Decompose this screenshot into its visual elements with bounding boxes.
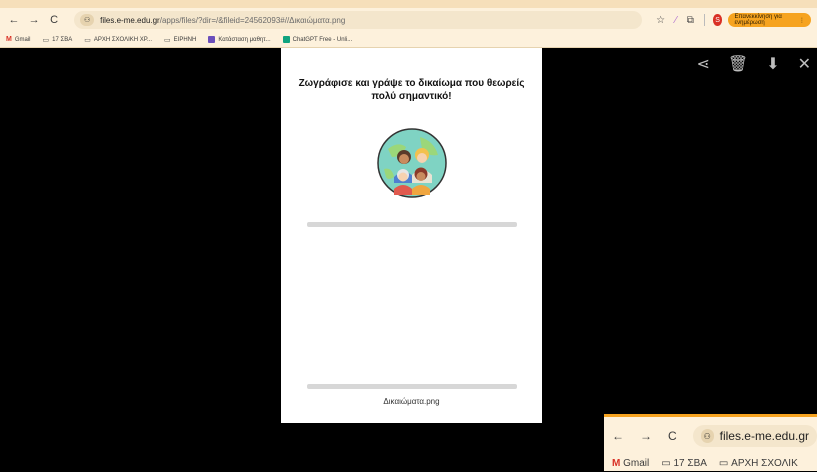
menu-icon: ⋮ bbox=[799, 17, 806, 24]
forward-icon[interactable]: → bbox=[26, 11, 42, 29]
nested-bookmark-gmail: M Gmail bbox=[612, 458, 649, 469]
bookmark-label: ΑΡΧΗ ΣΧΟΛΙΚ bbox=[731, 457, 798, 469]
bookmark-chatgpt[interactable]: ChatGPT Free - Unli... bbox=[282, 36, 353, 43]
worksheet-image: Ζωγράφισε και γράψε το δικαίωμα που θεωρ… bbox=[281, 48, 542, 423]
chatgpt-icon bbox=[282, 36, 290, 43]
bookmark-label: 17 ΣΒΑ bbox=[52, 36, 73, 43]
bookmark-label: Κατάσταση μαθητ... bbox=[218, 36, 271, 43]
nested-reload-icon: C bbox=[668, 429, 677, 443]
nested-bookmarks-bar: M Gmail ▭ 17 ΣΒΑ ▭ ΑΡΧΗ ΣΧΟΛΙΚ bbox=[604, 454, 817, 472]
sheet-icon bbox=[208, 36, 216, 43]
title-line-1: Ζωγράφισε και γράψε το δικαίωμα που θεωρ… bbox=[298, 78, 525, 89]
folder-icon: ▭ bbox=[718, 457, 729, 469]
gmail-icon: M bbox=[612, 457, 621, 469]
worksheet-title: Ζωγράφισε και γράψε το δικαίωμα που θεωρ… bbox=[281, 77, 542, 103]
update-button[interactable]: Επανεκκίνηση για ενημέρωση ⋮ bbox=[728, 13, 812, 27]
bookmark-label: 17 ΣΒΑ bbox=[673, 457, 707, 469]
bookmark-arxh-sxoliki[interactable]: ▭ ΑΡΧΗ ΣΧΟΛΙΚΗ ΧΡ... bbox=[84, 36, 152, 44]
file-name-caption: Δικαιώματα.png bbox=[383, 397, 440, 406]
delete-icon[interactable]: 🗑 bbox=[728, 54, 748, 74]
viewer-actions: ⋖ 🗑 ⬇ ✕ bbox=[696, 54, 811, 74]
nested-forward-icon: → bbox=[640, 429, 652, 443]
bookmark-17-sva[interactable]: ▭ 17 ΣΒΑ bbox=[43, 36, 73, 44]
back-icon[interactable]: ← bbox=[6, 11, 22, 29]
browser-toolbar: ← → C ⚇ files.e-me.edu.gr/apps/files/?di… bbox=[0, 8, 817, 32]
nested-address-bar: ⚇ files.e-me.edu.gr bbox=[692, 425, 817, 447]
bookmarks-bar: M Gmail ▭ 17 ΣΒΑ ▭ ΑΡΧΗ ΣΧΟΛΙΚΗ ΧΡ... ▭ ΕΙΡΗ… bbox=[0, 32, 817, 48]
download-icon[interactable]: ⬇ bbox=[766, 54, 779, 74]
address-bar[interactable]: ⚇ files.e-me.edu.gr/apps/files/?dir=/&fi… bbox=[74, 11, 643, 29]
profile-avatar[interactable]: S bbox=[712, 14, 723, 26]
folder-icon: ▭ bbox=[84, 36, 91, 44]
site-info-icon[interactable]: ⚇ bbox=[80, 14, 95, 26]
nested-bookmark-17-sva: ▭ 17 ΣΒΑ bbox=[661, 458, 707, 469]
toolbar-divider bbox=[703, 14, 705, 26]
title-line-2: πολύ σημαντικό! bbox=[371, 91, 452, 102]
children-globe-illustration bbox=[377, 128, 447, 198]
update-label: Επανεκκίνηση για ενημέρωση bbox=[734, 14, 782, 26]
reload-icon[interactable]: C bbox=[46, 11, 62, 29]
bookmark-label: Gmail bbox=[623, 457, 650, 469]
pen-icon[interactable]: ⁄ bbox=[675, 15, 677, 26]
nested-url: files.e-me.edu.gr bbox=[719, 429, 809, 443]
image-viewer: ⋖ 🗑 ⬇ ✕ Ζωγράφισε και γράψε το δικαίωμα … bbox=[0, 48, 817, 471]
url-path: /apps/files/?dir=/&fileid=24562093#//Δικ… bbox=[159, 15, 346, 25]
tab-strip bbox=[0, 0, 817, 8]
share-icon[interactable]: ⋖ bbox=[696, 54, 709, 74]
bookmark-katastasi[interactable]: Κατάσταση μαθητ... bbox=[208, 36, 271, 43]
writing-line-bottom bbox=[307, 384, 517, 389]
extensions-icon[interactable]: ⧉ bbox=[687, 15, 694, 26]
close-icon[interactable]: ✕ bbox=[798, 54, 811, 74]
nested-back-icon: ← bbox=[612, 429, 624, 443]
nested-site-icon: ⚇ bbox=[700, 429, 714, 443]
bookmark-star-icon[interactable]: ☆ bbox=[656, 15, 665, 26]
nested-bookmark-arxh: ▭ ΑΡΧΗ ΣΧΟΛΙΚ bbox=[719, 458, 798, 469]
writing-line-top bbox=[307, 222, 517, 227]
gmail-icon: M bbox=[6, 36, 12, 43]
url-host: files.e-me.edu.gr bbox=[100, 15, 160, 25]
folder-icon: ▭ bbox=[42, 36, 50, 44]
nested-toolbar: ← → C ⚇ files.e-me.edu.gr bbox=[604, 423, 817, 449]
bookmark-gmail[interactable]: M Gmail bbox=[6, 36, 31, 43]
toolbar-actions: ☆ ⁄ ⧉ S Επανεκκίνηση για ενημέρωση ⋮ bbox=[656, 13, 812, 27]
bookmark-label: ΕΙΡΗΝΗ bbox=[173, 36, 197, 43]
bookmark-label: Gmail bbox=[14, 36, 31, 43]
bookmark-label: ΑΡΧΗ ΣΧΟΛΙΚΗ ΧΡ... bbox=[93, 36, 153, 43]
bookmark-eirini[interactable]: ▭ ΕΙΡΗΝΗ bbox=[164, 36, 196, 44]
bookmark-label: ChatGPT Free - Unli... bbox=[292, 36, 353, 43]
folder-icon: ▭ bbox=[661, 457, 671, 469]
folder-icon: ▭ bbox=[164, 36, 171, 44]
